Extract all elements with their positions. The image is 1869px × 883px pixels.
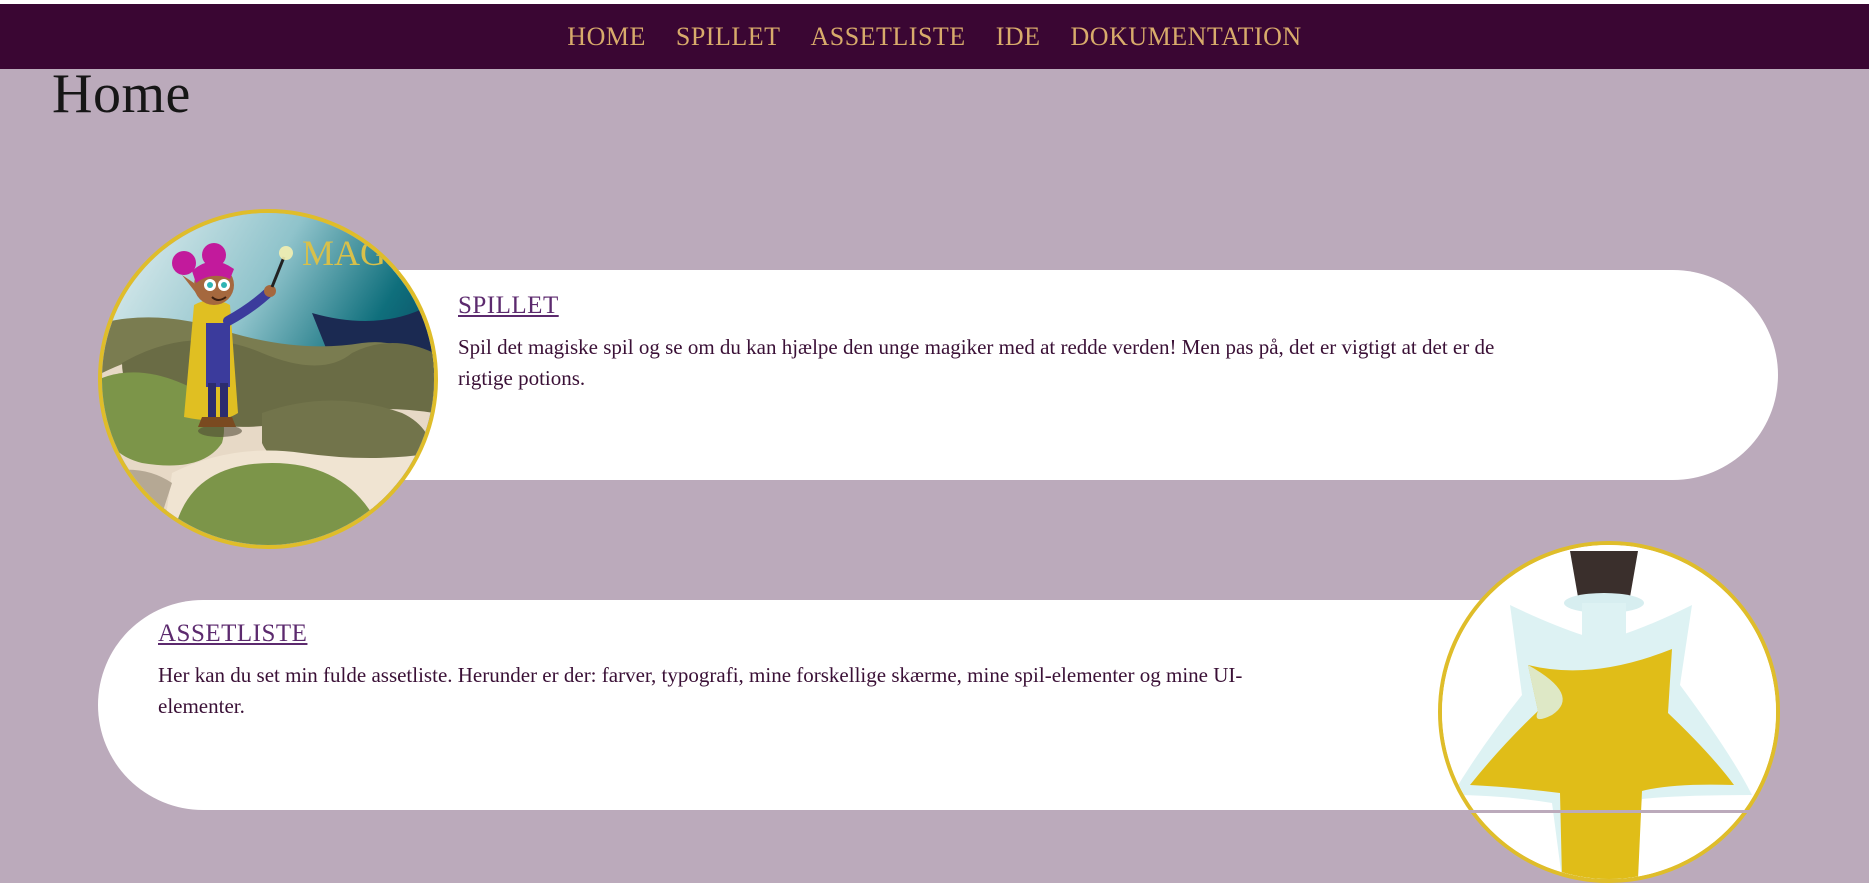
star-potion-illustration: [1442, 545, 1776, 879]
assetliste-link[interactable]: ASSETLISTE: [158, 620, 307, 648]
nav-link-spillet[interactable]: SPILLET: [676, 22, 781, 52]
page-title: Home: [52, 63, 191, 125]
potion-image[interactable]: [1438, 541, 1780, 883]
game-logo-text: MAG: [302, 233, 386, 273]
assetliste-description: Her kan du set min fulde assetliste. Her…: [158, 663, 1243, 718]
assetliste-card-content: ASSETLISTE Her kan du set min fulde asse…: [158, 620, 1258, 722]
spillet-card: SPILLET Spil det magiske spil og se om d…: [380, 270, 1778, 480]
assetliste-card: ASSETLISTE Her kan du set min fulde asse…: [98, 600, 1598, 810]
nav-link-home[interactable]: HOME: [567, 22, 646, 52]
spillet-card-content: SPILLET Spil det magiske spil og se om d…: [458, 292, 1548, 394]
nav-link-ide[interactable]: IDE: [996, 22, 1041, 52]
spillet-description: Spil det magiske spil og se om du kan hj…: [458, 335, 1495, 390]
nav-link-dokumentation[interactable]: DOKUMENTATION: [1071, 22, 1302, 52]
nav-link-assetliste[interactable]: ASSETLISTE: [810, 22, 965, 52]
game-preview-image[interactable]: MAG: [98, 209, 438, 549]
wizard-landscape-illustration: MAG: [102, 213, 434, 545]
main-nav: HOME SPILLET ASSETLISTE IDE DOKUMENTATIO…: [0, 4, 1869, 69]
spillet-link[interactable]: SPILLET: [458, 292, 559, 320]
